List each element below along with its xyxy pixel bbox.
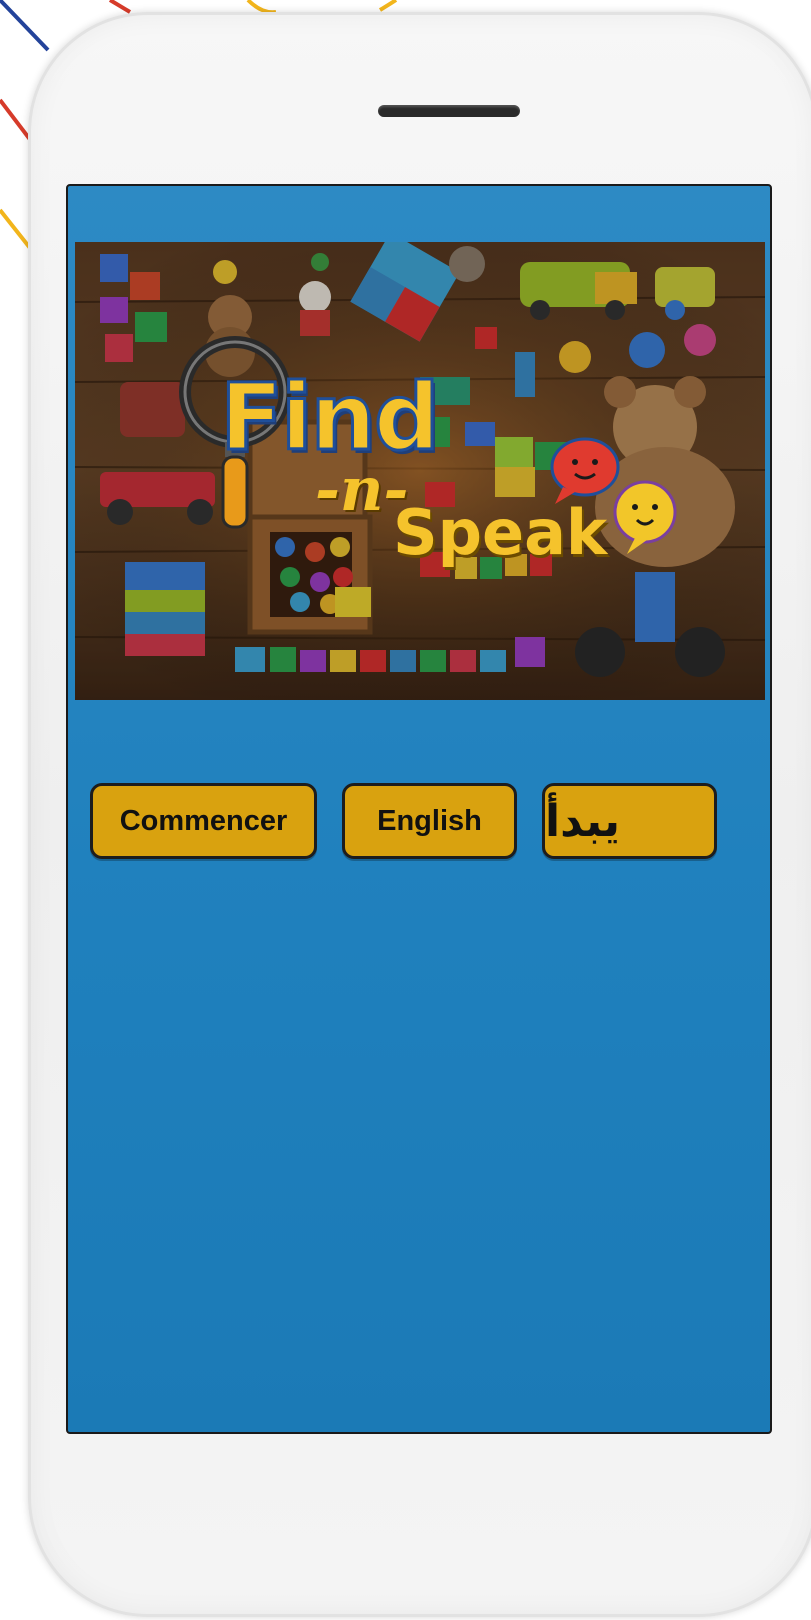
start-french-button[interactable]: Commencer	[90, 783, 317, 859]
start-arabic-button[interactable]: يبدأ	[542, 783, 717, 859]
app-screen: Find -n- Speak Commencer English يبدأ	[66, 184, 772, 1434]
page-canvas: Find -n- Speak Commencer English يبدأ	[0, 0, 811, 1620]
start-english-button[interactable]: English	[342, 783, 517, 859]
logo-find-text: Find	[219, 364, 442, 471]
phone-speaker	[378, 105, 520, 117]
logo-speak-text: Speak	[393, 496, 608, 569]
toys-background-image	[75, 242, 765, 700]
hero-banner: Find -n- Speak	[75, 242, 765, 700]
